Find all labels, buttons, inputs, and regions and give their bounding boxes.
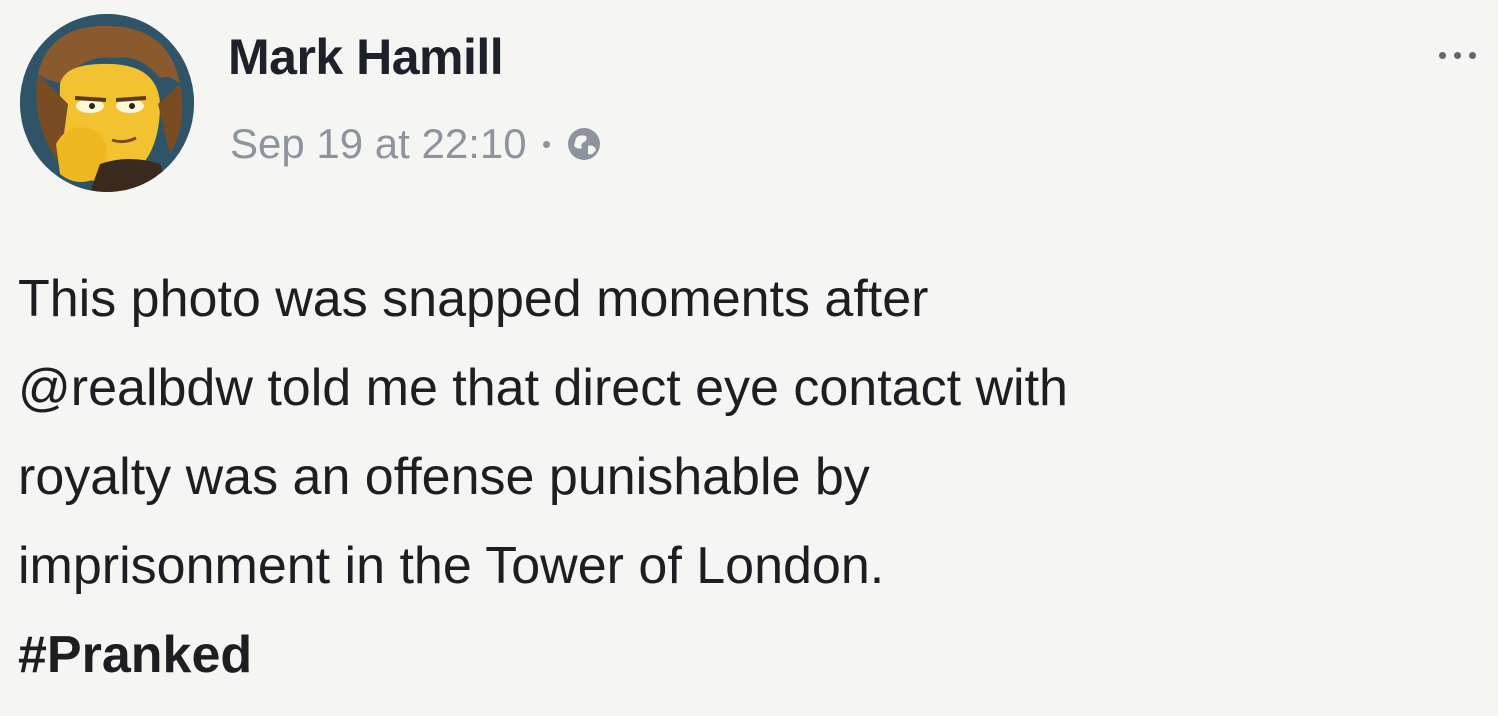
globe-icon[interactable]	[564, 124, 604, 164]
post-author-name[interactable]: Mark Hamill	[228, 28, 504, 86]
post-meta: Sep 19 at 22:10	[230, 120, 604, 168]
post-body: This photo was snapped moments after @re…	[18, 255, 1478, 611]
post-body-line: @realbdw told me that direct eye contact…	[18, 359, 1068, 417]
more-dot	[1454, 52, 1461, 59]
post-timestamp[interactable]: Sep 19 at 22:10	[230, 120, 527, 168]
profile-avatar-icon[interactable]	[20, 14, 194, 192]
post-body-line: royalty was an offense punishable by	[18, 448, 870, 506]
separator-dot	[542, 140, 550, 148]
hashtag-link[interactable]: #Pranked	[18, 625, 252, 685]
more-dot	[1469, 52, 1476, 59]
facebook-post: Mark Hamill Sep 19 at 22:10 This photo w…	[0, 0, 1498, 716]
more-options-icon[interactable]	[1439, 52, 1476, 59]
post-body-line: This photo was snapped moments after	[18, 270, 929, 328]
post-body-line: imprisonment in the Tower of London.	[18, 537, 885, 595]
more-dot	[1439, 52, 1446, 59]
